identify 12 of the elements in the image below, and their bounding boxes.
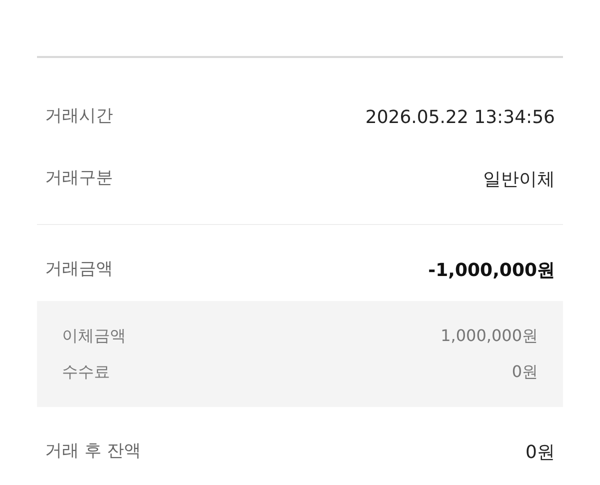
amount-value: -1,000,000원 (428, 258, 555, 282)
breakdown-label: 이체금액 (62, 325, 126, 347)
breakdown-value: 0원 (512, 361, 538, 383)
amount-label: 거래금액 (45, 258, 113, 282)
row-value: 2026.05.22 13:34:56 (365, 106, 555, 130)
row-value: 일반이체 (483, 168, 555, 192)
row-label: 거래구분 (45, 167, 113, 190)
breakdown-value: 1,000,000원 (440, 325, 538, 347)
balance-value: 0원 (526, 440, 555, 464)
row-label: 거래시간 (45, 105, 113, 128)
balance-label: 거래 후 잔액 (45, 440, 141, 464)
breakdown-label: 수수료 (62, 361, 110, 383)
